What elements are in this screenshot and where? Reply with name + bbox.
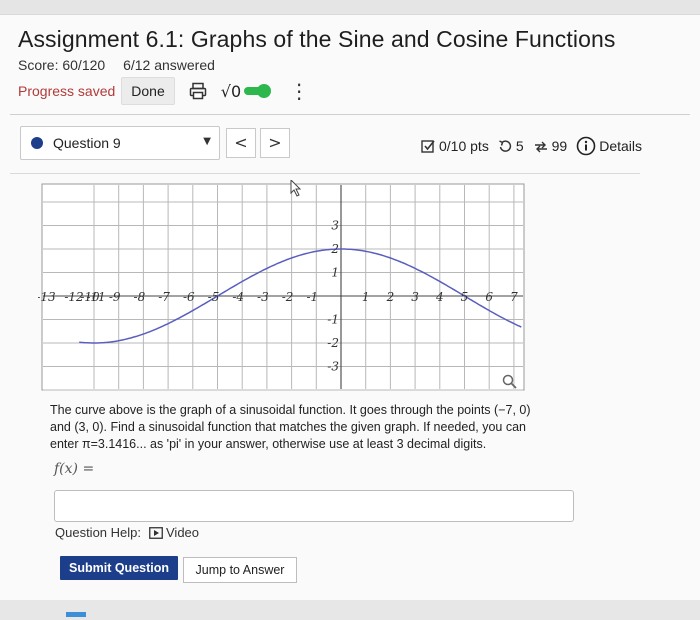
score-text: Score: 60/120 — [18, 57, 106, 73]
answered-text: 6/12 answered — [123, 57, 215, 73]
previous-question-button[interactable]: < — [226, 128, 256, 158]
attempts-info: 99 — [533, 138, 568, 154]
bottom-indicator — [66, 612, 86, 617]
page-title: Assignment 6.1: Graphs of the Sine and C… — [18, 26, 616, 52]
retries-info: 5 — [498, 138, 524, 154]
problem-line-3: enter π=3.1416... as 'pi' in your answer… — [50, 437, 487, 451]
x-tick-label: 2 — [386, 290, 395, 304]
x-tick-label: -3 — [257, 290, 269, 304]
question-label: Question 9 — [53, 135, 121, 151]
x-tick-label: -1 — [306, 290, 318, 304]
question-select[interactable]: Question 9 ▼ — [20, 126, 220, 160]
attempts-icon — [534, 141, 547, 152]
y-tick-label: -2 — [327, 336, 339, 350]
attempts-text: 99 — [551, 138, 568, 154]
x-tick-label: -8 — [134, 290, 146, 304]
x-tick-label: -9 — [109, 290, 121, 304]
x-tick-label: 3 — [411, 290, 419, 304]
x-tick-label: 4 — [435, 290, 444, 304]
video-link[interactable]: Video — [149, 525, 199, 540]
details-button[interactable]: Details — [576, 136, 642, 156]
y-tick-label: 3 — [331, 219, 339, 233]
print-icon[interactable] — [189, 82, 207, 100]
question-bar: Question 9 ▼ < > 0/10 pts 5 99 Details — [20, 122, 642, 166]
problem-line-2: and (3, 0). Find a sinusoidal function t… — [50, 420, 526, 434]
more-options-icon[interactable]: ⋮ — [289, 81, 309, 101]
question-meta: 0/10 pts 5 99 Details — [412, 136, 642, 156]
question-divider — [10, 173, 640, 174]
toggle-switch[interactable] — [243, 83, 273, 99]
retry-icon — [498, 139, 511, 152]
sqrt-label: √0 — [220, 81, 242, 101]
math-entry-icon[interactable]: √0 — [221, 82, 273, 101]
browser-top-strip — [0, 0, 700, 15]
x-tick-label: -4 — [232, 290, 244, 304]
toolbar: Progress saved Done √0 ⋮ — [18, 77, 309, 105]
x-tick-label: -6 — [183, 290, 195, 304]
x-tick-label: -7 — [158, 290, 170, 304]
x-tick-label: -13 — [38, 290, 56, 304]
retries-text: 5 — [515, 138, 524, 154]
question-status-dot — [31, 137, 43, 149]
x-tick-label: 6 — [485, 290, 493, 304]
progress-status: Progress saved — [18, 83, 116, 99]
x-tick-label: -5 — [208, 290, 220, 304]
y-tick-label: -3 — [327, 360, 339, 374]
x-tick-label: 5 — [461, 290, 469, 304]
header-divider — [10, 114, 690, 115]
question-help: Question Help: Video — [55, 525, 199, 540]
problem-text: The curve above is the graph of a sinuso… — [50, 402, 590, 453]
points-text: 0/10 pts — [439, 138, 489, 154]
x-tick-label: 7 — [510, 290, 518, 304]
points-info: 0/10 pts — [421, 138, 489, 154]
graph-background — [41, 183, 525, 391]
x-tick-label: -10 — [80, 290, 100, 304]
done-button[interactable]: Done — [121, 77, 175, 105]
x-tick-label: 1 — [362, 290, 370, 304]
y-tick-label: -1 — [327, 313, 339, 327]
score-row: Score: 60/120 6/12 answered — [18, 57, 215, 73]
details-label: Details — [599, 138, 642, 154]
info-icon — [576, 136, 596, 156]
page: Assignment 6.1: Graphs of the Sine and C… — [0, 0, 700, 620]
checkbox-icon — [421, 139, 435, 153]
play-icon — [149, 526, 163, 539]
jump-to-answer-button[interactable]: Jump to Answer — [183, 557, 297, 583]
next-question-button[interactable]: > — [260, 128, 290, 158]
video-label: Video — [166, 525, 200, 540]
submit-question-button[interactable]: Submit Question — [60, 556, 178, 580]
y-tick-label: 2 — [330, 242, 339, 256]
y-tick-label: 1 — [331, 266, 339, 280]
chevron-down-icon: ▼ — [203, 136, 211, 147]
sinusoid-graph: -13 -12 -11-10 -9 -8 -7 -6 -5 -4 -3 -2 -1 1 2 3 4 5 6 7 32… — [38, 180, 525, 391]
answer-input[interactable] — [54, 490, 574, 522]
help-label: Question Help: — [55, 525, 141, 540]
x-tick-label: -2 — [282, 290, 294, 304]
problem-line-1: The curve above is the graph of a sinuso… — [50, 403, 531, 417]
bottom-strip — [0, 600, 700, 620]
function-label: f(x) = — [54, 461, 95, 477]
